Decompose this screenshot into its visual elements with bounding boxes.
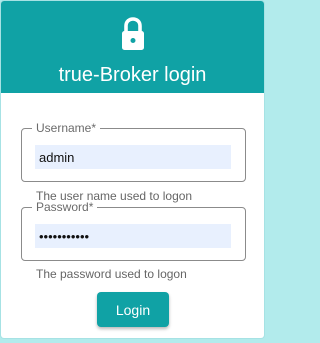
login-button[interactable]: Login [97, 292, 169, 327]
username-field[interactable]: Username* [21, 121, 246, 182]
password-helper-text: The password used to logon [36, 267, 187, 281]
login-card: true-Broker login Username* The user nam… [1, 1, 264, 338]
password-label: Password* [32, 200, 98, 214]
password-input[interactable] [35, 224, 231, 248]
login-header: true-Broker login [1, 1, 264, 93]
username-label: Username* [32, 121, 101, 135]
password-field[interactable]: Password* [21, 200, 246, 261]
page-title: true-Broker login [58, 64, 207, 86]
username-input[interactable] [35, 145, 231, 169]
lock-icon [122, 17, 144, 50]
